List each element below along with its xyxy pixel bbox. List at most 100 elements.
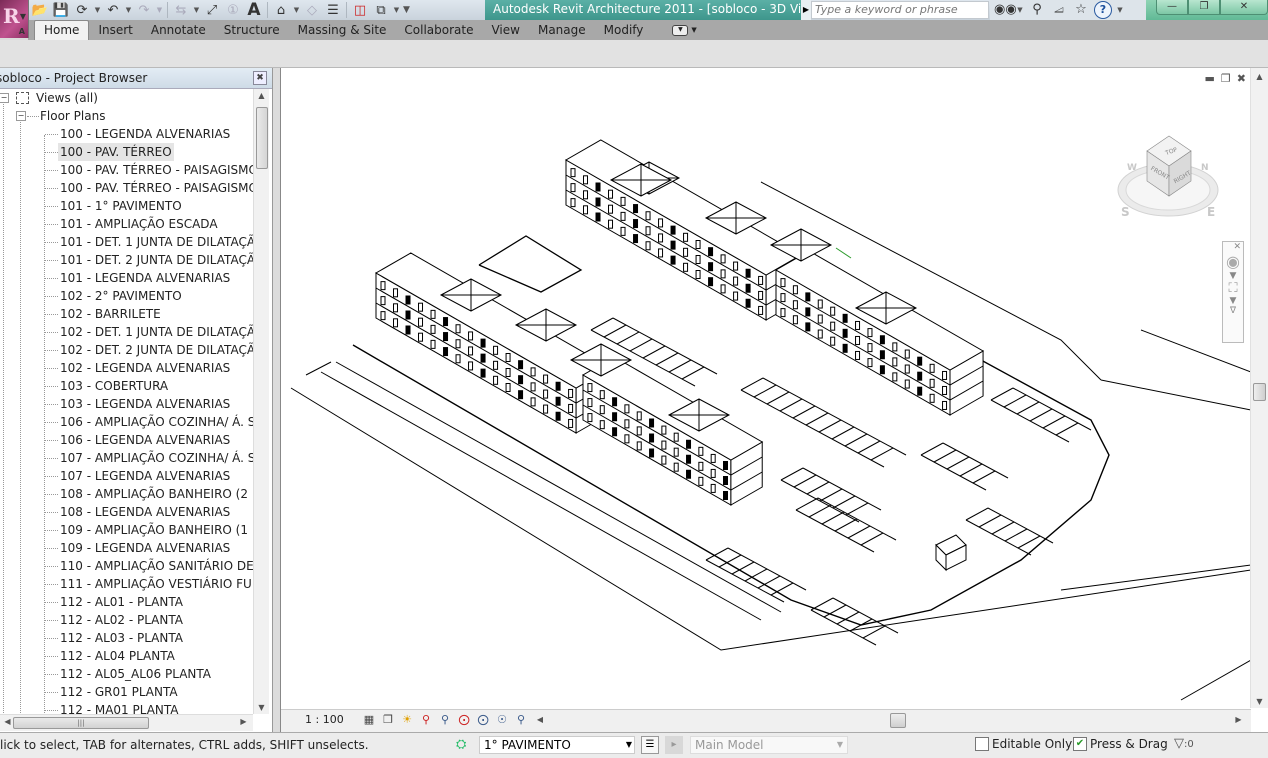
3d-view-dropdown-icon[interactable]: ▼ <box>292 1 301 19</box>
close-button[interactable]: ✕ <box>1220 0 1268 15</box>
switch-windows-dropdown-icon[interactable]: ▼ <box>392 1 401 19</box>
undo-dropdown-icon[interactable]: ▼ <box>124 1 133 19</box>
detail-level-icon[interactable]: ▦ <box>361 712 377 728</box>
measure-icon[interactable]: ⇆ <box>171 1 191 19</box>
thin-lines-icon[interactable]: ☰ <box>323 1 343 19</box>
tree-item-view[interactable]: 100 - LEGENDA ALVENARIAS <box>0 125 253 143</box>
crop-view-icon[interactable]: ⨀ <box>456 712 472 728</box>
tree-item-view[interactable]: 101 - DET. 1 JUNTA DE DILATAÇÃO I <box>0 233 253 251</box>
close-icon[interactable]: ✕ <box>1223 242 1243 252</box>
checkbox-box[interactable] <box>975 737 989 751</box>
scroll-up-icon[interactable]: ▲ <box>254 91 269 100</box>
tab-collaborate[interactable]: Collaborate <box>395 21 482 40</box>
tree-item-view[interactable]: 102 - LEGENDA ALVENARIAS <box>0 359 253 377</box>
search-dropdown-icon[interactable]: ▼ <box>1016 1 1024 19</box>
tree-item-view[interactable]: 109 - AMPLIAÇÃO BANHEIRO (1 DC <box>0 521 253 539</box>
redo-dropdown-icon[interactable]: ▼ <box>155 1 164 19</box>
tree-item-view[interactable]: 102 - 2° PAVIMENTO <box>0 287 253 305</box>
scroll-right-icon[interactable]: ▶ <box>236 717 251 726</box>
tree-item-view[interactable]: 112 - AL02 - PLANTA <box>0 611 253 629</box>
tree-item-view[interactable]: 108 - LEGENDA ALVENARIAS <box>0 503 253 521</box>
tree-item-view[interactable]: 112 - GR01 PLANTA <box>0 683 253 701</box>
tree-item-view[interactable]: 101 - 1° PAVIMENTO <box>0 197 253 215</box>
crop-region-visibility-icon[interactable]: ⨀ <box>475 712 491 728</box>
visual-style-icon[interactable]: ❐ <box>380 712 396 728</box>
tab-massing-site[interactable]: Massing & Site <box>289 21 396 40</box>
tree-item-view[interactable]: 103 - COBERTURA <box>0 377 253 395</box>
3d-view-window[interactable]: ▬ ❐ ✖ TOP FRONT RIGHT W N S E ✕ ◉ ▼ ⛶ ▼ … <box>280 68 1268 732</box>
tree-item-view[interactable]: 110 - AMPLIAÇÃO SANITÁRIO DEFIC <box>0 557 253 575</box>
tree-item-view[interactable]: 112 - MA01 PLANTA <box>0 701 253 714</box>
help-icon[interactable]: ? <box>1094 1 1112 19</box>
tree-item-view[interactable]: 100 - PAV. TÉRREO - PAISAGISMO <box>0 161 253 179</box>
measure-dropdown-icon[interactable]: ▼ <box>192 1 201 19</box>
press-drag-checkbox[interactable]: ✔ Press & Drag <box>1073 737 1168 751</box>
chevron-down-icon[interactable]: ▼ <box>1223 296 1243 306</box>
tree-item-view[interactable]: 109 - LEGENDA ALVENARIAS <box>0 539 253 557</box>
design-options-icon[interactable]: ☰ <box>641 736 659 754</box>
ribbon-minimize-toggle[interactable]: ▼ ▼ <box>652 21 705 40</box>
tree-node-floor-plans[interactable]: − Floor Plans <box>0 107 253 125</box>
tree-item-view[interactable]: 106 - AMPLIAÇÃO COZINHA/ Á. SEF <box>0 413 253 431</box>
scroll-down-icon[interactable]: ▼ <box>254 703 269 712</box>
tree-vertical-scrollbar[interactable]: ▲ ▼ <box>253 89 269 714</box>
tab-manage[interactable]: Manage <box>529 21 595 40</box>
tree-item-view[interactable]: 100 - PAV. TÉRREO <box>0 143 253 161</box>
tree-item-view[interactable]: 103 - LEGENDA ALVENARIAS <box>0 395 253 413</box>
scroll-right-icon[interactable]: ▶ <box>1231 715 1246 724</box>
viewport-horizontal-scrollbar[interactable]: ▶ <box>564 713 1246 728</box>
scrollbar-thumb[interactable]: ||| <box>13 717 149 729</box>
reveal-hidden-icon[interactable]: ⚲ <box>513 712 529 728</box>
tree-item-view[interactable]: 108 - AMPLIAÇÃO BANHEIRO (2 DC <box>0 485 253 503</box>
checkmark-icon[interactable]: ✔ <box>1073 737 1087 751</box>
viewcube[interactable]: TOP FRONT RIGHT W N S E <box>1115 130 1225 230</box>
editable-only-checkbox[interactable]: Editable Only <box>975 737 1072 751</box>
tree-item-view[interactable]: 101 - DET. 2 JUNTA DE DILATAÇÃO I <box>0 251 253 269</box>
show-rendering-icon[interactable]: ⚲ <box>437 712 453 728</box>
tab-structure[interactable]: Structure <box>215 21 289 40</box>
tree-item-view[interactable]: 100 - PAV. TÉRREO - PAISAGISMO - <box>0 179 253 197</box>
scrollbar-thumb[interactable] <box>1253 383 1266 401</box>
scrollbar-thumb[interactable] <box>256 107 268 169</box>
tree-item-view[interactable]: 101 - AMPLIAÇÃO ESCADA <box>0 215 253 233</box>
tree-item-view[interactable]: 102 - DET. 1 JUNTA DE DILATAÇÃO I <box>0 323 253 341</box>
aligned-dimension-icon[interactable]: ⤢ <box>202 1 222 19</box>
customize-toolbar-icon[interactable]: ▼ <box>402 1 411 19</box>
tab-modify[interactable]: Modify <box>595 21 653 40</box>
close-icon[interactable]: ✖ <box>253 71 267 85</box>
tree-item-view[interactable]: 102 - BARRILETE <box>0 305 253 323</box>
expand-arrow-icon[interactable]: ▶ <box>801 0 811 20</box>
design-option-select[interactable]: Main Model ▼ <box>690 736 848 754</box>
application-menu-button[interactable]: R ▼ A <box>0 0 29 38</box>
sync-dropdown-icon[interactable]: ▼ <box>93 1 102 19</box>
editing-requests-icon[interactable]: ▸ <box>665 736 683 754</box>
close-hidden-windows-icon[interactable]: ◫ <box>350 1 370 19</box>
section-icon[interactable]: ◇ <box>302 1 322 19</box>
open-icon[interactable]: 📂 <box>30 1 50 19</box>
scroll-left-icon[interactable]: ◀ <box>532 712 548 728</box>
customize-icon[interactable]: ∇ <box>1223 306 1243 316</box>
worksets-icon[interactable]: ⛭ <box>456 736 474 754</box>
infocenter-search-input[interactable]: Type a keyword or phrase <box>811 1 989 19</box>
shadows-off-icon[interactable]: ⚲ <box>418 712 434 728</box>
3d-model-drawing[interactable] <box>281 80 1251 710</box>
tree-item-view[interactable]: 107 - LEGENDA ALVENARIAS <box>0 467 253 485</box>
zoom-region-icon[interactable]: ⛶ <box>1223 281 1243 296</box>
tree-item-view[interactable]: 111 - AMPLIAÇÃO VESTIÁRIO FUNC <box>0 575 253 593</box>
scroll-down-icon[interactable]: ▼ <box>1251 697 1268 706</box>
temporary-hide-icon[interactable]: ☉ <box>494 712 510 728</box>
default-3d-view-icon[interactable]: ⌂ <box>271 1 291 19</box>
sun-path-off-icon[interactable]: ☀ <box>399 712 415 728</box>
active-level-select[interactable]: 1° PAVIMENTO ▼ <box>479 736 635 754</box>
tree-item-view[interactable]: 101 - LEGENDA ALVENARIAS <box>0 269 253 287</box>
undo-icon[interactable]: ↶ <box>103 1 123 19</box>
satellite-icon[interactable]: ⧡ <box>1050 1 1068 19</box>
view-scale[interactable]: 1 : 100 <box>305 713 344 726</box>
tree-item-view[interactable]: 107 - AMPLIAÇÃO COZINHA/ Á. SEF <box>0 449 253 467</box>
tab-insert[interactable]: Insert <box>89 21 141 40</box>
tab-view[interactable]: View <box>482 21 528 40</box>
tree-item-view[interactable]: 102 - DET. 2 JUNTA DE DILATAÇÃO I <box>0 341 253 359</box>
tree-horizontal-scrollbar[interactable]: ◀ ||| ▶ <box>0 714 253 731</box>
chevron-down-icon[interactable]: ▼ <box>1223 271 1243 281</box>
tag-icon[interactable]: ① <box>223 1 243 19</box>
